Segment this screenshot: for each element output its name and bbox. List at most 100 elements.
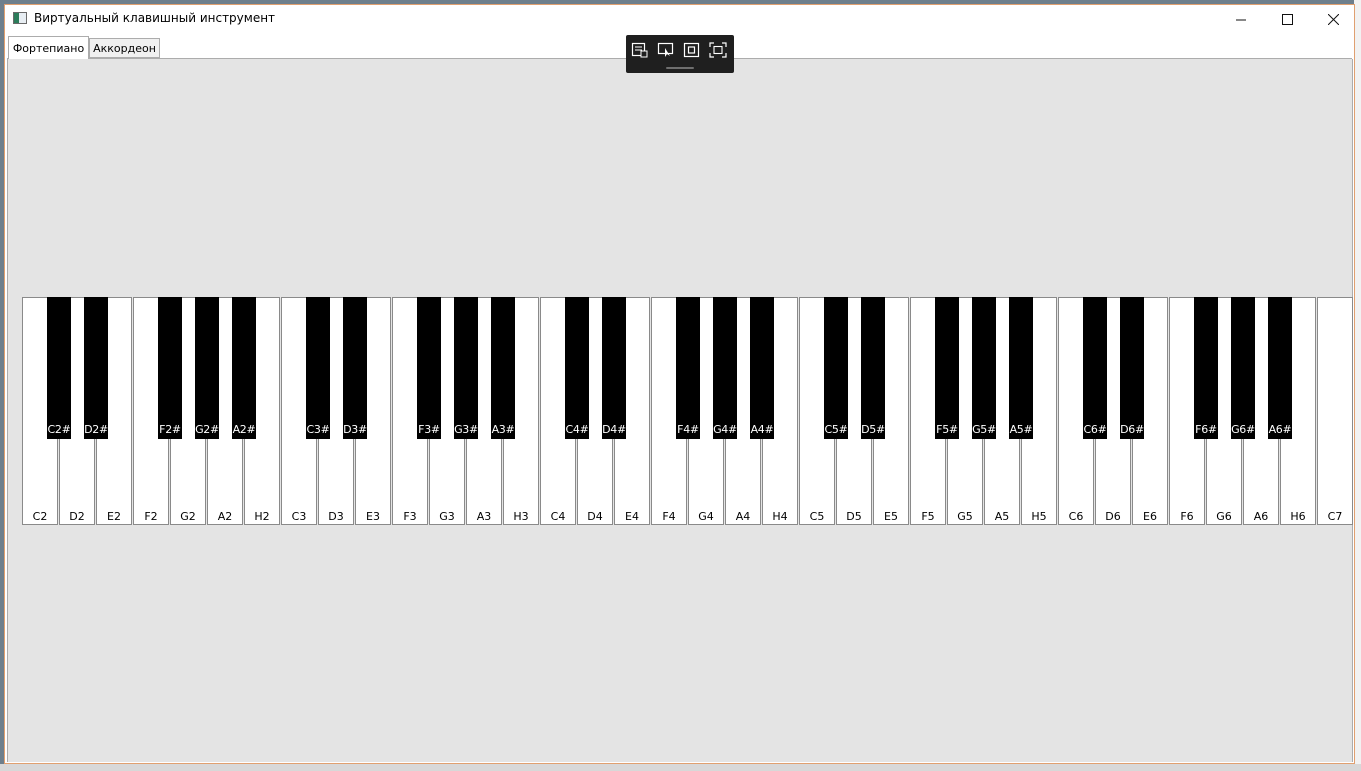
maximize-icon bbox=[1281, 14, 1293, 25]
white-key-label: D6 bbox=[1105, 510, 1121, 523]
black-key[interactable]: F3# bbox=[417, 297, 441, 439]
white-key-label: C4 bbox=[550, 510, 566, 523]
white-key-label: D2 bbox=[69, 510, 85, 523]
black-key-label: G3# bbox=[454, 423, 478, 436]
white-key-label: H2 bbox=[254, 510, 270, 523]
black-key[interactable]: A2# bbox=[232, 297, 256, 439]
white-key-label: D5 bbox=[846, 510, 862, 523]
white-key-label: F6 bbox=[1180, 510, 1194, 523]
black-key[interactable]: D3# bbox=[343, 297, 367, 439]
white-key-label: D4 bbox=[587, 510, 603, 523]
white-key-label: H3 bbox=[513, 510, 529, 523]
black-key-label: C5# bbox=[824, 423, 848, 436]
white-key-label: G6 bbox=[1216, 510, 1232, 523]
black-key[interactable]: C5# bbox=[824, 297, 848, 439]
white-key-label: F3 bbox=[403, 510, 417, 523]
black-key[interactable]: G2# bbox=[195, 297, 219, 439]
tab-accordion[interactable]: Аккордеон bbox=[89, 38, 160, 58]
pointer-select-button[interactable] bbox=[656, 41, 676, 59]
tab-piano[interactable]: Фортепиано bbox=[8, 36, 89, 59]
black-key[interactable]: D2# bbox=[84, 297, 108, 439]
black-key-label: D5# bbox=[861, 423, 885, 436]
black-key[interactable]: F2# bbox=[158, 297, 182, 439]
black-key[interactable]: G6# bbox=[1231, 297, 1255, 439]
minimize-button[interactable] bbox=[1218, 5, 1264, 34]
window-select-icon bbox=[631, 42, 648, 58]
black-key[interactable]: F5# bbox=[935, 297, 959, 439]
black-key[interactable]: F6# bbox=[1194, 297, 1218, 439]
black-key-label: F6# bbox=[1195, 423, 1217, 436]
white-key-label: A6 bbox=[1253, 510, 1269, 523]
black-key[interactable]: A3# bbox=[491, 297, 515, 439]
white-key-label: E5 bbox=[884, 510, 898, 523]
app-icon bbox=[13, 12, 27, 24]
rectangle-capture-button[interactable] bbox=[682, 41, 702, 59]
black-key-label: A5# bbox=[1009, 423, 1033, 436]
black-key-label: F2# bbox=[159, 423, 181, 436]
black-key-label: D4# bbox=[602, 423, 626, 436]
pointer-select-icon bbox=[657, 42, 674, 57]
black-key[interactable]: D5# bbox=[861, 297, 885, 439]
white-key-label: G5 bbox=[957, 510, 973, 523]
white-key[interactable]: C7 bbox=[1317, 297, 1353, 525]
black-key-label: A3# bbox=[491, 423, 515, 436]
white-key-label: F4 bbox=[662, 510, 676, 523]
title-bar[interactable]: Виртуальный клавишный инструмент bbox=[5, 5, 1354, 35]
white-key-label: H6 bbox=[1290, 510, 1306, 523]
close-button[interactable] bbox=[1310, 5, 1356, 34]
white-key-label: D3 bbox=[328, 510, 344, 523]
white-key-label: E3 bbox=[366, 510, 380, 523]
white-key-label: F2 bbox=[144, 510, 158, 523]
black-key[interactable]: C6# bbox=[1083, 297, 1107, 439]
black-key[interactable]: G4# bbox=[713, 297, 737, 439]
white-key-label: C2 bbox=[32, 510, 48, 523]
white-key-label: F5 bbox=[921, 510, 935, 523]
white-key-label: G3 bbox=[439, 510, 455, 523]
black-key-label: C4# bbox=[565, 423, 589, 436]
black-key[interactable]: D6# bbox=[1120, 297, 1144, 439]
black-key-label: G4# bbox=[713, 423, 737, 436]
snipping-toolbar bbox=[626, 35, 734, 73]
window-select-button[interactable] bbox=[630, 41, 650, 59]
black-key-label: C2# bbox=[47, 423, 71, 436]
black-key-label: D2# bbox=[84, 423, 108, 436]
black-key-label: F5# bbox=[936, 423, 958, 436]
white-key-label: C7 bbox=[1327, 510, 1343, 523]
fullscreen-capture-icon bbox=[709, 42, 727, 58]
white-key-label: G2 bbox=[180, 510, 196, 523]
rectangle-capture-icon bbox=[683, 42, 700, 58]
black-key[interactable]: A5# bbox=[1009, 297, 1033, 439]
black-key-label: C6# bbox=[1083, 423, 1107, 436]
white-key-label: H4 bbox=[772, 510, 788, 523]
white-key-label: E6 bbox=[1143, 510, 1157, 523]
background-app-bottom bbox=[0, 764, 1361, 771]
black-key[interactable]: G3# bbox=[454, 297, 478, 439]
black-key[interactable]: A4# bbox=[750, 297, 774, 439]
black-key[interactable]: F4# bbox=[676, 297, 700, 439]
black-key-label: D6# bbox=[1120, 423, 1144, 436]
black-key[interactable]: C3# bbox=[306, 297, 330, 439]
black-key[interactable]: D4# bbox=[602, 297, 626, 439]
black-key-label: A2# bbox=[232, 423, 256, 436]
white-key-label: C6 bbox=[1068, 510, 1084, 523]
white-key-label: C3 bbox=[291, 510, 307, 523]
black-key[interactable]: C4# bbox=[565, 297, 589, 439]
piano-keyboard: C2 D2 E2 F2 G2 A2 H2 C3 D3 E3 F3 G3 A3 H3 C4 D4 E4 F4 G4 A4… bbox=[22, 297, 1353, 525]
black-key[interactable]: A6# bbox=[1268, 297, 1292, 439]
black-key[interactable]: C2# bbox=[47, 297, 71, 439]
maximize-button[interactable] bbox=[1264, 5, 1310, 34]
fullscreen-capture-button[interactable] bbox=[708, 41, 728, 59]
white-key-label: A3 bbox=[476, 510, 492, 523]
minimize-icon bbox=[1236, 19, 1246, 20]
toolbar-drag-handle[interactable] bbox=[666, 67, 694, 69]
black-key[interactable]: G5# bbox=[972, 297, 996, 439]
white-key-label: A5 bbox=[994, 510, 1010, 523]
background-app-edge bbox=[1354, 0, 1361, 771]
white-key-label: E2 bbox=[107, 510, 121, 523]
white-key-label: G4 bbox=[698, 510, 714, 523]
tab-content-piano: C2 D2 E2 F2 G2 A2 H2 C3 D3 E3 F3 G3 A3 H3 C4 D4 E4 F4 G4 A4… bbox=[7, 59, 1353, 762]
app-window: Виртуальный клавишный инструмент Фортепи… bbox=[4, 4, 1355, 764]
black-key-label: A4# bbox=[750, 423, 774, 436]
black-key-label: G6# bbox=[1231, 423, 1255, 436]
white-key-label: C5 bbox=[809, 510, 825, 523]
